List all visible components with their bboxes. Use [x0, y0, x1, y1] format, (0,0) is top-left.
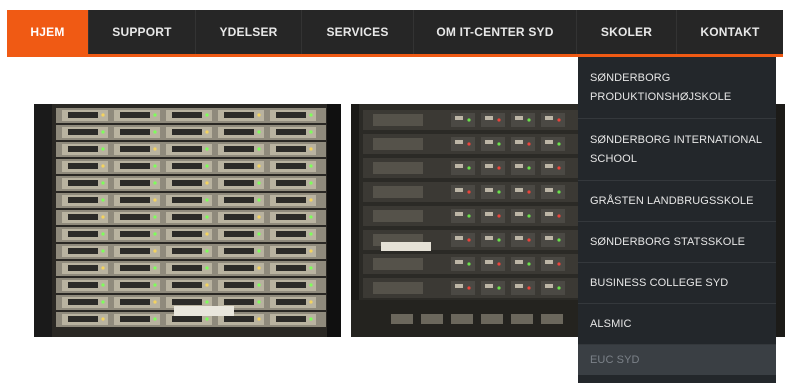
dropdown-item-sonderborg-international-school[interactable]: SØNDERBORG INTERNATIONAL SCHOOL [578, 119, 776, 181]
dropdown-item-sonderborg-statsskole[interactable]: SØNDERBORG STATSSKOLE [578, 222, 776, 263]
nav-item-ydelser[interactable]: YDELSER [196, 10, 302, 54]
dropdown-item-sonderborg-produktionshojskole[interactable]: SØNDERBORG PRODUKTIONSHØJSKOLE [578, 57, 776, 119]
main-navigation: HJEM SUPPORT YDELSER SERVICES OM IT-CENT… [7, 10, 783, 54]
nav-item-support[interactable]: SUPPORT [89, 10, 196, 54]
dropdown-item-business-college-syd[interactable]: BUSINESS COLLEGE SYD [578, 263, 776, 304]
nav-item-om-it-center-syd[interactable]: OM IT-CENTER SYD [414, 10, 577, 54]
nav-item-services[interactable]: SERVICES [302, 10, 414, 54]
server-rack-photo-left [34, 104, 341, 337]
nav-item-kontakt[interactable]: KONTAKT [677, 10, 783, 54]
dropdown-item-euc-syd[interactable]: EUC SYD [578, 345, 776, 375]
dropdown-item-alsmic[interactable]: ALSMIC [578, 304, 776, 345]
nav-item-skoler[interactable]: SKOLER [577, 10, 677, 54]
skoler-dropdown-menu: SØNDERBORG PRODUKTIONSHØJSKOLE SØNDERBOR… [578, 57, 776, 383]
nav-item-hjem[interactable]: HJEM [7, 10, 89, 54]
dropdown-item-grasten-landbrugsskole[interactable]: GRÅSTEN LANDBRUGSSKOLE [578, 181, 776, 222]
